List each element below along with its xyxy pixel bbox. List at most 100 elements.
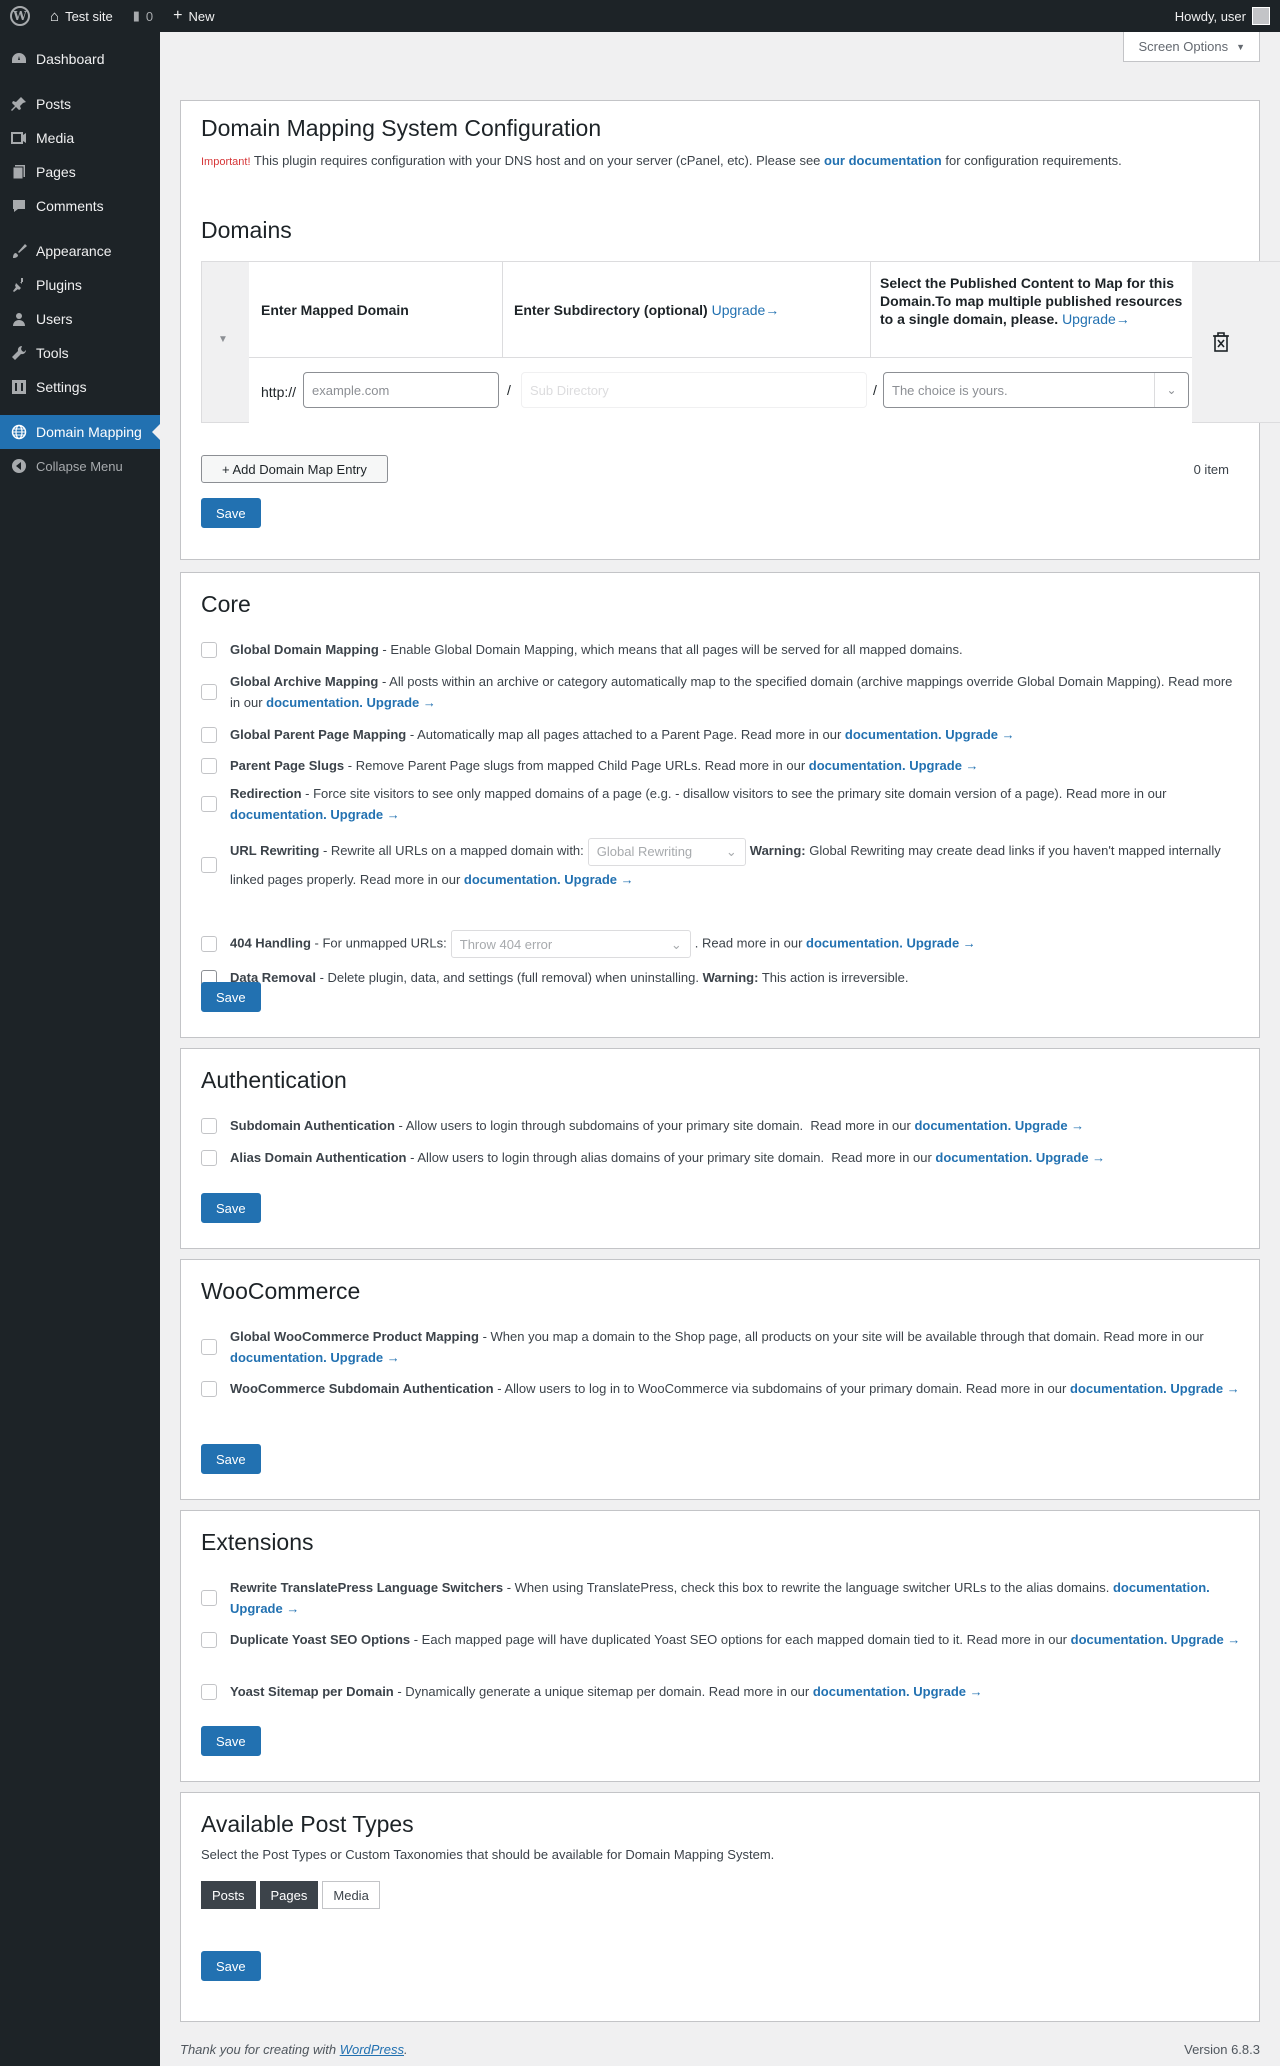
global-woocommerce-product-mapping-checkbox[interactable] xyxy=(201,1339,217,1355)
new-content-menu[interactable]: + New xyxy=(163,0,224,32)
upgrade-link[interactable]: Upgrade → xyxy=(1171,1632,1240,1647)
documentation-link[interactable]: documentation. xyxy=(1071,1632,1168,1647)
save-post-types-button[interactable]: Save xyxy=(201,1951,261,1981)
documentation-link[interactable]: documentation. xyxy=(806,935,903,950)
save-core-button[interactable]: Save xyxy=(201,982,261,1012)
col-header-label: Enter Subdirectory (optional) xyxy=(514,301,708,318)
sidebar-item-posts[interactable]: Posts xyxy=(0,87,160,121)
documentation-link[interactable]: documentation. xyxy=(230,807,327,822)
option-alias-domain-authentication: Alias Domain Authentication - Allow user… xyxy=(201,1147,1241,1168)
save-extensions-button[interactable]: Save xyxy=(201,1726,261,1756)
save-authentication-button[interactable]: Save xyxy=(201,1193,261,1223)
sidebar-item-plugins[interactable]: Plugins xyxy=(0,268,160,302)
upgrade-link[interactable]: Upgrade → xyxy=(330,807,399,822)
subdomain-authentication-checkbox[interactable] xyxy=(201,1117,217,1134)
upgrade-link[interactable]: Upgrade → xyxy=(909,758,978,773)
delete-entry-button[interactable] xyxy=(1212,332,1230,355)
documentation-link[interactable]: documentation. xyxy=(230,1350,327,1365)
upgrade-link[interactable]: Upgrade → xyxy=(330,1350,399,1365)
subdirectory-input[interactable]: Sub Directory xyxy=(521,372,867,408)
my-account-menu[interactable]: Howdy, user xyxy=(1165,0,1280,32)
sidebar-item-tools[interactable]: Tools xyxy=(0,336,160,370)
upgrade-link[interactable]: Upgrade → xyxy=(1036,1150,1105,1165)
url-rewriting-checkbox[interactable] xyxy=(201,856,217,873)
post-type-tag-pages[interactable]: Pages xyxy=(259,1881,319,1909)
documentation-link[interactable]: documentation. xyxy=(845,727,942,742)
sidebar-item-label: Users xyxy=(36,311,73,327)
sidebar-item-label: Dashboard xyxy=(36,51,105,67)
comments-menu[interactable]: ▮ 0 xyxy=(123,0,163,32)
col-header-published-content: Select the Published Content to Map for … xyxy=(880,274,1185,328)
save-domains-button[interactable]: Save xyxy=(201,498,261,528)
documentation-link[interactable]: documentation. xyxy=(935,1150,1032,1165)
row-expand-toggle[interactable]: ▼ xyxy=(218,334,228,345)
content-upgrade-link[interactable]: Upgrade→ xyxy=(1062,311,1130,327)
documentation-link[interactable]: documentation. xyxy=(813,1684,910,1699)
upgrade-link[interactable]: Upgrade → xyxy=(1170,1381,1239,1396)
col-header-subdirectory: Enter Subdirectory (optional) Upgrade→ xyxy=(514,262,859,357)
duplicate-yoast-seo-checkbox[interactable] xyxy=(201,1631,217,1648)
sidebar-item-dashboard[interactable]: Dashboard xyxy=(0,42,160,76)
chevron-down-icon: ⌄ xyxy=(1154,373,1188,407)
post-types-description: Select the Post Types or Custom Taxonomi… xyxy=(201,1847,775,1862)
sidebar-item-settings[interactable]: Settings xyxy=(0,370,160,404)
sidebar-item-comments[interactable]: Comments xyxy=(0,189,160,223)
sidebar-item-users[interactable]: Users xyxy=(0,302,160,336)
wordpress-logo-icon: W xyxy=(10,6,30,26)
wordpress-link[interactable]: WordPress xyxy=(340,2042,404,2057)
documentation-link[interactable]: documentation. xyxy=(464,872,561,887)
sidebar-item-domain-mapping[interactable]: Domain Mapping xyxy=(0,415,160,449)
plug-icon xyxy=(10,276,28,294)
save-woocommerce-button[interactable]: Save xyxy=(201,1444,261,1474)
post-type-tag-media[interactable]: Media xyxy=(322,1881,380,1909)
subdirectory-upgrade-link[interactable]: Upgrade→ xyxy=(712,302,780,318)
screen-options-button[interactable]: Screen Options ▼ xyxy=(1123,32,1260,62)
404-handling-select[interactable]: Throw 404 error ⌄ xyxy=(450,930,691,958)
add-domain-map-entry-button[interactable]: + Add Domain Map Entry xyxy=(201,455,388,483)
upgrade-link[interactable]: Upgrade → xyxy=(906,935,975,950)
url-rewriting-select[interactable]: Global Rewriting ⌄ xyxy=(587,837,746,866)
redirection-checkbox[interactable] xyxy=(201,796,217,812)
upgrade-link[interactable]: Upgrade → xyxy=(913,1684,982,1699)
option-global-domain-mapping: Global Domain Mapping - Enable Global Do… xyxy=(201,639,1241,660)
sidebar-item-pages[interactable]: Pages xyxy=(0,155,160,189)
sidebar-item-appearance[interactable]: Appearance xyxy=(0,234,160,268)
our-documentation-link[interactable]: our documentation xyxy=(824,153,942,168)
option-text: Global Domain Mapping - Enable Global Do… xyxy=(230,642,963,657)
note-text-end: for configuration requirements. xyxy=(941,153,1122,168)
404-handling-checkbox[interactable] xyxy=(201,936,217,952)
documentation-link[interactable]: documentation. xyxy=(1113,1580,1210,1595)
documentation-link[interactable]: documentation. xyxy=(809,758,906,773)
sidebar-item-label: Settings xyxy=(36,379,87,395)
alias-domain-authentication-checkbox[interactable] xyxy=(201,1149,217,1166)
sidebar-item-media[interactable]: Media xyxy=(0,121,160,155)
upgrade-link[interactable]: Upgrade → xyxy=(230,1601,299,1616)
published-content-select[interactable]: The choice is yours. ⌄ xyxy=(883,372,1189,408)
yoast-sitemap-checkbox[interactable] xyxy=(201,1683,217,1700)
howdy-label: Howdy, user xyxy=(1174,8,1246,24)
sidebar-item-label: Pages xyxy=(36,164,76,180)
domain-entry: Enter Mapped Domain Enter Subdirectory (… xyxy=(249,262,1192,424)
parent-page-slugs-checkbox[interactable] xyxy=(201,757,217,774)
site-name-menu[interactable]: ⌂ Test site xyxy=(40,0,123,32)
documentation-link[interactable]: documentation. xyxy=(914,1118,1011,1133)
rewrite-translatepress-checkbox[interactable] xyxy=(201,1590,217,1606)
global-domain-mapping-checkbox[interactable] xyxy=(201,641,217,658)
upgrade-link[interactable]: Upgrade → xyxy=(945,727,1014,742)
domains-title: Domains xyxy=(201,217,292,243)
collapse-menu-button[interactable]: Collapse Menu xyxy=(0,449,160,483)
global-archive-mapping-checkbox[interactable] xyxy=(201,684,217,700)
post-type-tag-posts[interactable]: Posts xyxy=(201,1881,256,1909)
woocommerce-subdomain-authentication-checkbox[interactable] xyxy=(201,1380,217,1397)
option-rewrite-translatepress: Rewrite TranslatePress Language Switcher… xyxy=(201,1577,1241,1619)
documentation-link[interactable]: documentation. xyxy=(266,695,363,710)
upgrade-link[interactable]: Upgrade → xyxy=(1015,1118,1084,1133)
global-parent-page-mapping-checkbox[interactable] xyxy=(201,726,217,743)
upgrade-link[interactable]: Upgrade → xyxy=(367,695,436,710)
wordpress-logo-menu[interactable]: W xyxy=(0,0,40,32)
option-woocommerce-subdomain-authentication: WooCommerce Subdomain Authentication - A… xyxy=(201,1378,1241,1399)
documentation-link[interactable]: documentation. xyxy=(1070,1381,1167,1396)
mapped-domain-placeholder: example.com xyxy=(312,382,390,398)
mapped-domain-input[interactable]: example.com xyxy=(303,372,499,408)
upgrade-link[interactable]: Upgrade → xyxy=(564,872,633,887)
